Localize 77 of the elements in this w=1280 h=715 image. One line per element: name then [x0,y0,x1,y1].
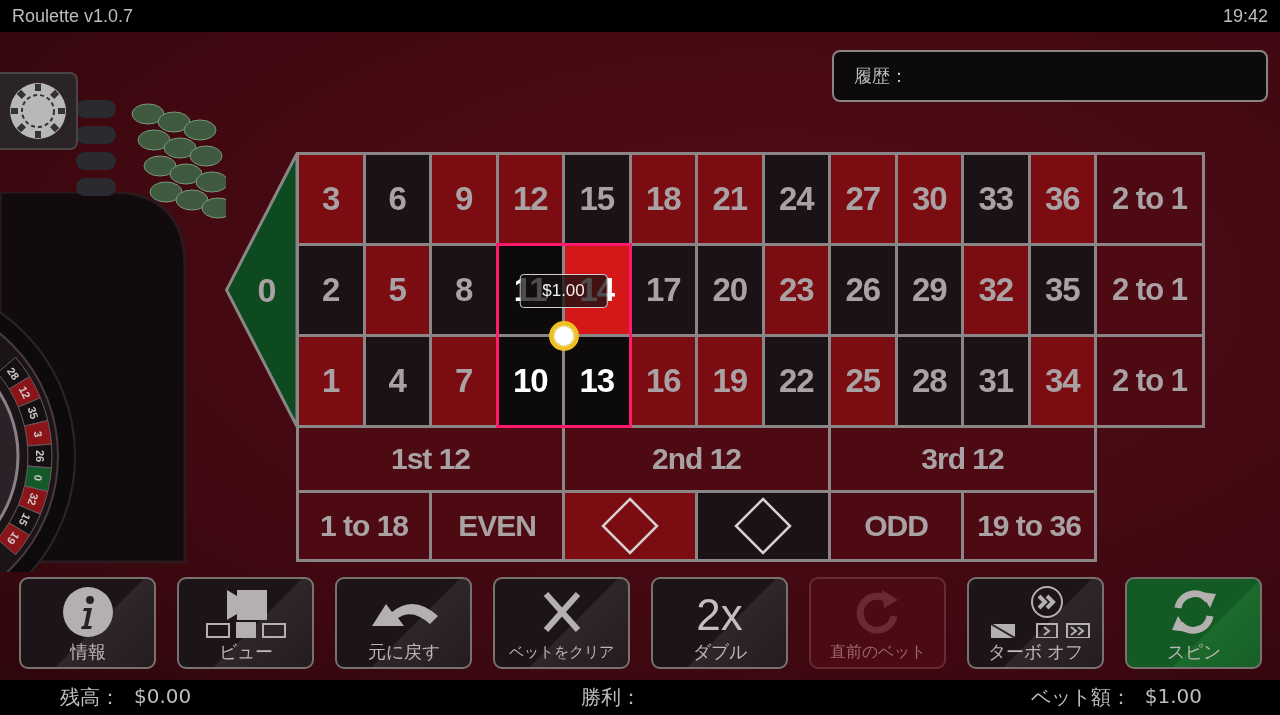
history-label: 履歴： [854,64,908,88]
wheel-number: 12 [16,384,33,401]
outside-bet-cell[interactable]: ODD [831,493,961,559]
number-bet-cell[interactable]: 34 [1030,337,1094,425]
number-bet-cell[interactable]: 8 [432,246,496,334]
number-bet-cell[interactable]: 4 [365,337,429,425]
column-bet-cell[interactable]: 2 to 1 [1097,246,1202,334]
number-bet-cell[interactable]: 17 [631,246,695,334]
number-bet-cell[interactable]: 2 [299,246,363,334]
wheel-number: 15 [16,511,33,528]
number-bet-cell[interactable]: 36 [1030,155,1094,243]
balance-value: $0.00 [134,684,192,710]
number-bet-cell[interactable]: 20 [698,246,762,334]
dozen-bet-cell[interactable]: 1st 12 [299,428,562,490]
outside-bet-cell[interactable]: 19 to 36 [964,493,1094,559]
wheel-number: 19 [4,529,22,547]
wheel-number: 35 [25,405,41,421]
number-bet-cell[interactable]: 28 [897,337,961,425]
dozen-bet-cell[interactable]: 2nd 12 [565,428,828,490]
diamond-icon [733,496,793,556]
number-bet-cell[interactable]: 7 [432,337,496,425]
number-bet-cell[interactable]: 32 [964,246,1028,334]
bet-total-label: ベット額： [1030,684,1131,711]
view-button[interactable]: ビュー [177,577,314,669]
zero-bet-cell[interactable]: 0 [225,152,297,428]
spin-button[interactable]: スピン [1125,577,1262,669]
wheel-number: 3 [31,430,45,439]
number-bet-cell[interactable]: 18 [631,155,695,243]
app-title: Roulette v1.0.7 [12,5,134,27]
wheel-number: 0 [31,473,45,482]
outside-bet-cell[interactable]: 1 to 18 [299,493,429,559]
win-label: 勝利： [581,684,641,711]
number-bet-cell[interactable]: 24 [764,155,828,243]
dozen-bet-cell[interactable]: 3rd 12 [831,428,1094,490]
number-bet-cell[interactable]: 5 [365,246,429,334]
info-button[interactable]: 情報 [19,577,156,669]
number-bet-cell[interactable]: 12 [498,155,562,243]
diamond-bet-cell[interactable] [698,493,828,559]
wheel-number: 32 [25,491,41,507]
number-bet-cell[interactable]: 13 [565,337,629,425]
number-bet-cell[interactable]: 30 [897,155,961,243]
chip-selector-button[interactable] [0,72,78,150]
number-bet-cell[interactable]: 16 [631,337,695,425]
bet-total-value: $1.00 [1144,684,1202,710]
number-bet-cell[interactable]: 31 [964,337,1028,425]
undo-button[interactable]: 元に戻す [335,577,472,669]
number-bet-cell[interactable]: 25 [831,337,895,425]
outside-bet-cell[interactable]: EVEN [432,493,562,559]
number-bet-cell[interactable]: 33 [964,155,1028,243]
info-icon [61,586,114,638]
turbo-button[interactable]: ターボ オフ [967,577,1104,669]
number-bet-cell[interactable]: 19 [698,337,762,425]
balance-label: 残高： [60,684,120,711]
chip-icon [547,319,580,352]
number-bet-cell[interactable]: 9 [432,155,496,243]
number-bet-cell[interactable]: 6 [365,155,429,243]
number-bet-cell[interactable]: 23 [764,246,828,334]
number-bet-cell[interactable]: 10 [498,337,562,425]
number-bet-cell[interactable]: 15 [565,155,629,243]
wheel-number: 28 [4,365,22,383]
number-bet-cell[interactable]: 26 [831,246,895,334]
number-bet-cell[interactable]: 3 [299,155,363,243]
number-bet-cell[interactable]: 27 [831,155,895,243]
number-bet-cell[interactable]: 22 [764,337,828,425]
clear-button[interactable]: ベットをクリア [493,577,630,669]
double-button[interactable]: 2x ダブル [651,577,788,669]
diamond-bet-cell[interactable] [565,493,695,559]
wheel-number: 26 [34,449,46,463]
column-bet-cell[interactable]: 2 to 1 [1097,337,1202,425]
number-bet-cell[interactable]: 29 [897,246,961,334]
number-bet-cell[interactable]: 21 [698,155,762,243]
number-bet-cell[interactable]: 35 [1030,246,1094,334]
poker-chip-icon [8,81,68,141]
number-bet-cell[interactable]: 1 [299,337,363,425]
diamond-icon [600,496,660,556]
clock-time: 19:42 [1222,5,1268,27]
column-bet-cell[interactable]: 2 to 1 [1097,155,1202,243]
